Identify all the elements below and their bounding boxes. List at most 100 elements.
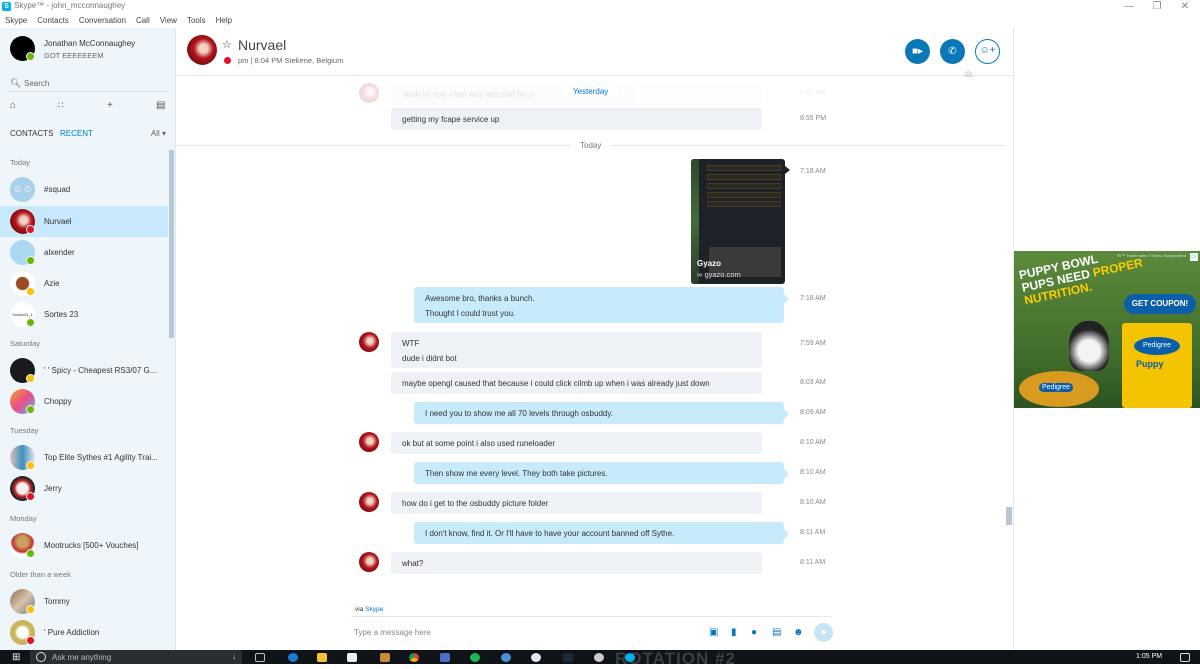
message-time: 7:59 AM — [800, 340, 826, 347]
chrome-icon[interactable] — [409, 653, 419, 662]
calculator-icon[interactable] — [440, 653, 450, 662]
date-separator-today: Today — [570, 141, 612, 150]
tab-recent[interactable]: RECENT — [60, 129, 93, 138]
filter-dropdown[interactable]: All ▾ — [151, 129, 166, 138]
task-view-icon[interactable] — [255, 653, 265, 662]
send-button[interactable]: ➤ — [814, 623, 833, 642]
app-icon[interactable] — [531, 653, 541, 662]
recent-item-spicy[interactable]: ' ' Spicy - Cheapest RS3/07 G... — [0, 355, 168, 386]
online-status-icon — [26, 549, 35, 558]
recent-item-jerry[interactable]: Jerry — [0, 473, 168, 504]
product-name: Puppy — [1136, 359, 1164, 369]
sidebar-tabs: CONTACTS RECENT All ▾ — [10, 129, 166, 143]
recent-item-alxender[interactable]: alxender — [0, 237, 168, 268]
menu-help[interactable]: Help — [211, 14, 237, 28]
send-photo-icon[interactable]: ▣ — [709, 627, 718, 638]
new-chat-icon[interactable]: ▤ — [156, 100, 165, 111]
contact-name: Mootrucks [500+ Vouches] — [44, 541, 139, 550]
audio-call-button[interactable]: ✆ — [940, 39, 965, 64]
recent-item-sortes23[interactable]: Sortes23_1 Sortes 23 — [0, 299, 168, 330]
group-label-older: Older than a week — [10, 570, 71, 579]
via-skype-link[interactable]: Skype — [365, 606, 383, 613]
online-status-icon — [26, 256, 35, 265]
contact-name: Choppy — [44, 397, 72, 406]
emoticon-icon[interactable]: ☻ — [793, 627, 804, 638]
menu-contacts[interactable]: Contacts — [32, 14, 74, 28]
recent-list: Today ☺☺ #squad Nurvael alxender Azie So… — [0, 148, 168, 650]
tab-contacts[interactable]: CONTACTS — [10, 129, 53, 138]
gyazo-link-preview[interactable]: Gyazo ∞ gyazo.com — [691, 159, 785, 284]
message-time: 7:18 AM — [800, 168, 826, 175]
recent-item-choppy[interactable]: Choppy — [0, 386, 168, 417]
favorite-star-icon[interactable]: ☆ — [222, 38, 232, 51]
group-avatar-icon: ☺☺ — [10, 177, 35, 202]
profile-name[interactable]: Jonathan McConnaughey — [44, 39, 135, 48]
menu-bar: Skype Contacts Conversation Call View To… — [0, 14, 1200, 28]
system-clock[interactable]: 1:05 PM — [1136, 653, 1162, 660]
chat-scrollbar[interactable] — [1006, 507, 1012, 525]
get-coupon-button[interactable]: GET COUPON! — [1124, 294, 1196, 314]
menu-call[interactable]: Call — [131, 14, 155, 28]
recent-item-squad[interactable]: ☺☺ #squad — [0, 174, 168, 205]
add-participant-button[interactable]: ☺+ — [975, 39, 1000, 64]
sidebar-nav: ⌂ ∷ + ▤ — [8, 100, 168, 116]
advertisement-banner[interactable]: ®/™ Trademarks © Mars, Incorporated ▷ PU… — [1014, 251, 1200, 408]
close-button[interactable]: ✕ — [1170, 0, 1200, 14]
add-icon[interactable]: + — [107, 100, 113, 111]
microphone-icon[interactable]: ↓ — [232, 652, 236, 661]
menu-conversation[interactable]: Conversation — [74, 14, 131, 28]
search-box[interactable]: 🔍︎ Search — [8, 76, 168, 92]
recent-item-pure-addiction[interactable]: ' Pure Addiction — [0, 617, 168, 648]
send-contact-icon[interactable]: ▤ — [772, 627, 781, 638]
conversation-title[interactable]: Nurvael — [238, 37, 286, 53]
preview-link[interactable]: ∞ gyazo.com — [697, 270, 741, 279]
busy-status-icon — [224, 57, 231, 64]
title-bar: S Skype™ - john_mcconnaughey — ❐ ✕ — [0, 0, 1200, 14]
contact-avatar[interactable] — [187, 35, 217, 65]
video-call-button[interactable]: ■▸ — [905, 39, 930, 64]
send-file-icon[interactable]: ▮ — [731, 627, 737, 638]
start-button[interactable]: ⊞ — [12, 652, 20, 663]
contact-avatar — [359, 552, 379, 572]
contact-avatar — [359, 492, 379, 512]
message-bubble-sent: I don't know, find it. Or I'll have to h… — [414, 522, 789, 544]
edge-icon[interactable] — [288, 653, 298, 662]
send-icon: ➤ — [819, 627, 828, 637]
video-message-icon[interactable]: ● — [751, 627, 757, 638]
menu-tools[interactable]: Tools — [182, 14, 211, 28]
sidebar-scrollbar[interactable] — [169, 150, 174, 338]
app-icon[interactable] — [501, 653, 511, 662]
steam-icon[interactable] — [563, 653, 573, 662]
home-icon[interactable]: ⌂ — [10, 100, 16, 111]
away-status-icon — [26, 461, 35, 470]
recent-item-mootrucks[interactable]: Mootrucks [500+ Vouches] — [0, 530, 168, 561]
menu-skype[interactable]: Skype — [0, 14, 32, 28]
search-input[interactable]: Search — [24, 79, 49, 88]
busy-status-icon — [26, 225, 35, 234]
notifications-icon[interactable] — [1180, 653, 1190, 662]
adchoices-icon[interactable]: ▷ — [1190, 253, 1198, 261]
menu-view[interactable]: View — [155, 14, 182, 28]
message-time: 8:27 PM — [800, 90, 827, 97]
message-time: 8:55 PM — [800, 115, 827, 122]
recent-item-top-elite[interactable]: Top Elite Sythes #1 Agility Trai... — [0, 442, 168, 473]
message-input[interactable]: Type a message here — [354, 628, 431, 637]
recent-item-azie[interactable]: Azie — [0, 268, 168, 299]
app-icon[interactable] — [594, 653, 604, 662]
skype-taskbar-icon[interactable] — [625, 653, 635, 662]
minimize-button[interactable]: — — [1114, 0, 1144, 14]
brand-logo: Pedigree — [1134, 337, 1180, 355]
dialpad-icon[interactable]: ∷ — [58, 100, 64, 111]
group-label-saturday: Saturday — [10, 339, 41, 348]
recent-item-tommy[interactable]: Tommy — [0, 586, 168, 617]
date-separator-yesterday: Yesterday — [563, 87, 619, 96]
store-icon[interactable] — [347, 653, 357, 662]
recent-item-nurvael[interactable]: Nurvael — [0, 206, 168, 237]
profile-mood[interactable]: GOT EEEEEEEM — [44, 51, 103, 60]
cortana-search[interactable]: Ask me anything ↓ — [30, 650, 242, 664]
cortana-input[interactable]: Ask me anything — [52, 653, 111, 662]
photos-icon[interactable] — [380, 653, 390, 662]
file-explorer-icon[interactable] — [317, 653, 327, 662]
spotify-icon[interactable] — [470, 653, 480, 662]
maximize-button[interactable]: ❐ — [1142, 0, 1172, 14]
